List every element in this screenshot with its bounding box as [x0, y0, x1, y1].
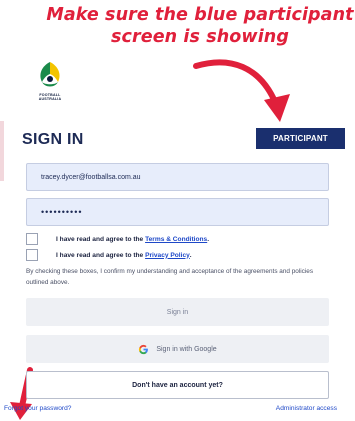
privacy-label: I have read and agree to the — [56, 251, 144, 259]
google-sign-in-button[interactable]: Sign in with Google — [26, 335, 329, 363]
google-icon — [139, 344, 149, 354]
privacy-link[interactable]: Privacy Policy — [145, 252, 190, 259]
page-title: SIGN IN — [22, 131, 84, 148]
administrator-access-link[interactable]: Administrator access — [276, 405, 337, 412]
left-edge-accent — [0, 121, 4, 181]
logo-wordmark: FOOTBALL AUSTRALIA — [38, 93, 62, 101]
create-account-button[interactable]: Don't have an account yet? — [26, 371, 329, 399]
sign-in-button[interactable]: Sign in — [26, 298, 329, 326]
terms-checkbox-row[interactable]: I have read and agree to the Terms & Con… — [26, 233, 209, 245]
disclaimer-text: By checking these boxes, I confirm my un… — [26, 268, 314, 286]
terms-link[interactable]: Terms & Conditions — [145, 236, 207, 243]
terms-label: I have read and agree to the — [56, 235, 144, 243]
annotation-line-2: screen is showing — [111, 27, 289, 47]
participant-tab[interactable]: PARTICIPANT — [256, 128, 345, 149]
forgot-password-link[interactable]: Forgot your password? — [4, 405, 71, 412]
privacy-checkbox[interactable] — [26, 249, 38, 261]
google-button-label: Sign in with Google — [156, 345, 217, 353]
terms-checkbox[interactable] — [26, 233, 38, 245]
privacy-checkbox-row[interactable]: I have read and agree to the Privacy Pol… — [26, 249, 192, 261]
instruction-annotation: Make sure the blue participant screen is… — [40, 4, 355, 48]
email-field[interactable]: tracey.dycer@footballsa.com.au — [26, 163, 329, 191]
annotation-line-1: Make sure the blue participant — [46, 5, 354, 25]
annotation-arrow-icon — [193, 59, 290, 122]
password-field[interactable]: •••••••••• — [26, 198, 329, 226]
